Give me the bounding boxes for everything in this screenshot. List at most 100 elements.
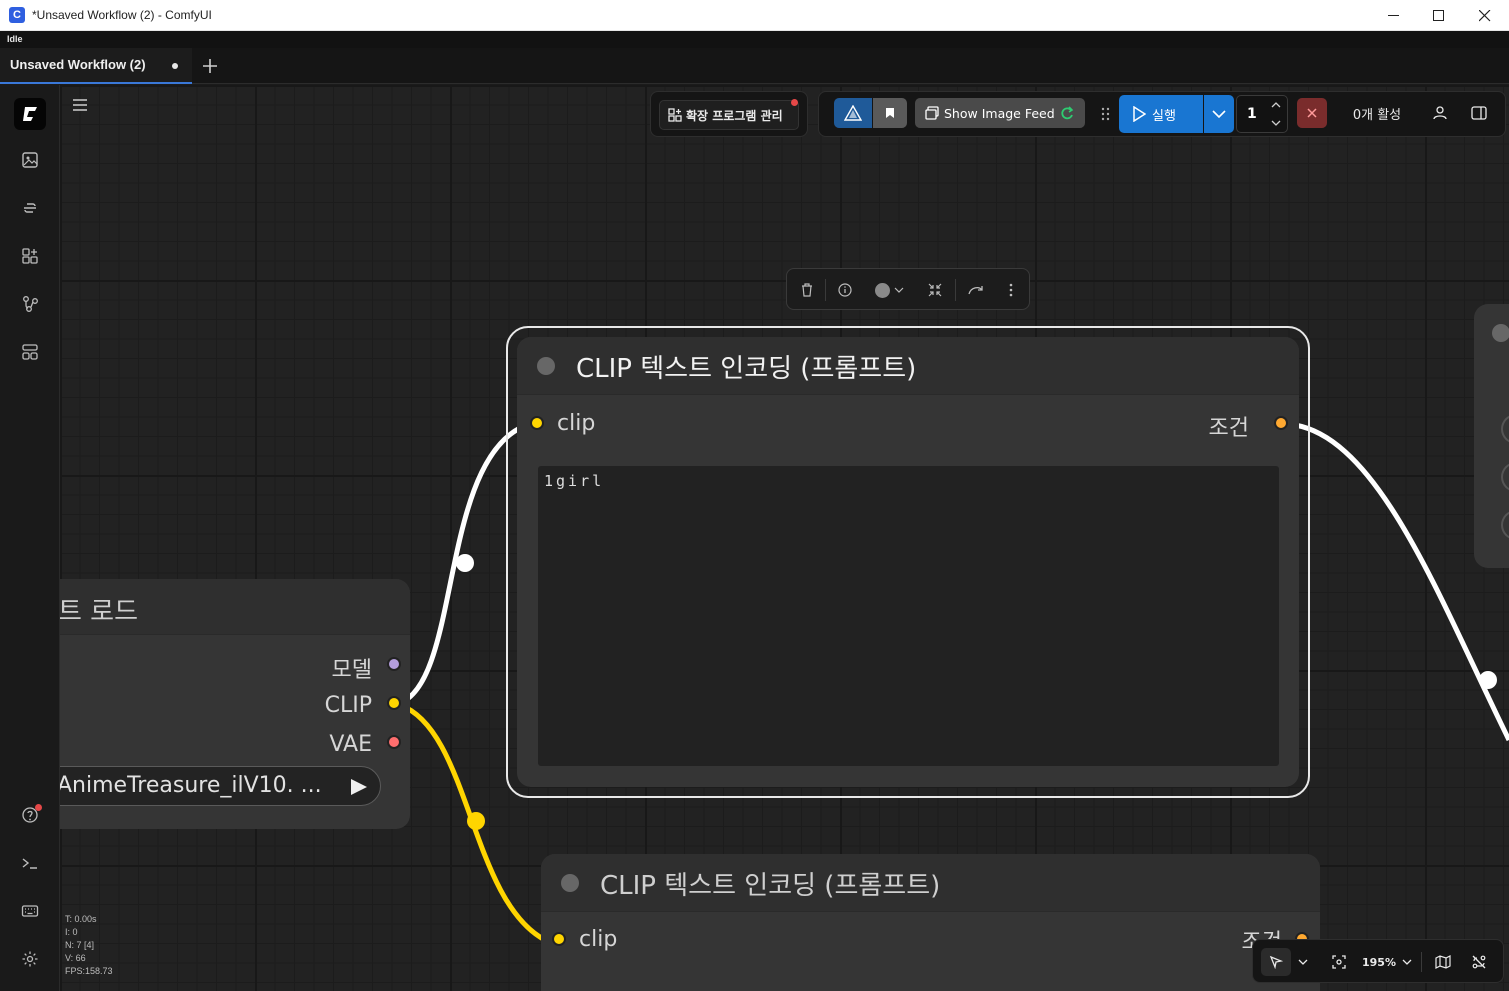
node-title-bar[interactable]: 트 로드 xyxy=(30,579,410,635)
run-queue-button[interactable]: 실행 xyxy=(1119,95,1203,133)
map-icon xyxy=(1435,955,1451,969)
control-divider xyxy=(1421,952,1422,972)
focus-icon xyxy=(1332,955,1346,969)
output-slot-vae[interactable] xyxy=(387,735,401,749)
ckpt-name-combo[interactable]: AnimeTreasure_ilV10. ... xyxy=(20,766,381,806)
sidebar-item-terminal[interactable] xyxy=(14,847,46,879)
active-count-label: 0개 활성 xyxy=(1352,107,1402,123)
output-slot-conditioning[interactable] xyxy=(1274,416,1288,430)
close-icon xyxy=(1307,108,1317,118)
node-title-bar[interactable]: CLIP 텍스트 인코딩 (프롬프트) xyxy=(517,337,1299,395)
mode-dropdown[interactable] xyxy=(1293,948,1313,976)
extensions-toolbar: 확장 프로그램 관리 xyxy=(650,91,808,137)
decrement-icon[interactable] xyxy=(1271,120,1281,126)
more-options-button[interactable] xyxy=(1001,280,1021,300)
crystools-button[interactable] xyxy=(834,98,872,128)
user-button[interactable] xyxy=(1425,98,1455,128)
node-info-button[interactable] xyxy=(835,280,855,300)
active-queue-button[interactable]: 0개 활성 xyxy=(1337,98,1417,128)
node-collapse-dot[interactable] xyxy=(1492,324,1509,342)
images-icon xyxy=(22,152,38,168)
widget-edge xyxy=(1501,462,1509,492)
sidebar-item-settings[interactable] xyxy=(14,943,46,975)
delete-node-button[interactable] xyxy=(797,280,817,300)
drag-handle-icon xyxy=(1101,107,1110,121)
crystools-icon xyxy=(844,105,862,121)
refresh-icon xyxy=(1061,106,1073,120)
widget-edge xyxy=(1501,414,1509,444)
play-arrow-icon[interactable] xyxy=(348,776,370,798)
manage-extensions-button[interactable]: 확장 프로그램 관리 xyxy=(659,99,799,130)
performance-stats: T: 0.00s I: 0 N: 7 [4] V: 66 FPS:158.73 xyxy=(65,913,113,978)
sidebar-item-queue[interactable] xyxy=(14,144,46,176)
node-title: CLIP 텍스트 인코딩 (프롬프트) xyxy=(576,354,917,384)
node-color-picker[interactable] xyxy=(871,280,907,300)
node-clip-text-encode-positive[interactable]: CLIP 텍스트 인코딩 (프롬프트) clip 조건 1girl xyxy=(517,337,1299,787)
output-slot-model[interactable] xyxy=(387,657,401,671)
collapse-icon xyxy=(928,283,942,297)
output-label-clip: CLIP xyxy=(324,693,372,718)
chevron-down-icon xyxy=(1298,959,1308,965)
node-collapse-dot[interactable] xyxy=(537,357,555,375)
node-clip-text-encode-negative[interactable]: CLIP 텍스트 인코딩 (프롬프트) clip 조건 xyxy=(541,854,1320,991)
run-mode-dropdown[interactable] xyxy=(1204,95,1234,133)
toggle-links-button[interactable] xyxy=(1467,948,1491,976)
collapse-node-button[interactable] xyxy=(925,280,945,300)
more-icon xyxy=(1009,283,1013,297)
sidebar-item-help[interactable] xyxy=(14,799,46,831)
drag-handle[interactable] xyxy=(1101,106,1111,126)
input-label-clip: clip xyxy=(557,411,596,436)
image-feed-icon xyxy=(925,106,939,120)
panel-right-icon xyxy=(1471,106,1487,120)
bookmark-icon xyxy=(886,108,894,118)
comfy-logo-icon xyxy=(23,107,37,121)
run-toolbar: Show Image Feed 실행 1 0개 활성 xyxy=(818,91,1506,137)
input-slot-clip[interactable] xyxy=(552,932,566,946)
node-selection-toolbar xyxy=(786,268,1030,310)
batch-count-stepper[interactable]: 1 xyxy=(1236,95,1288,133)
node-collapse-dot[interactable] xyxy=(561,874,579,892)
show-image-feed-label: Show Image Feed xyxy=(944,105,1055,121)
select-mode-button[interactable] xyxy=(1261,948,1291,976)
toolbar-divider xyxy=(955,279,956,301)
input-slot-clip[interactable] xyxy=(530,416,544,430)
link-midpoint xyxy=(1479,671,1497,689)
node-title-bar[interactable]: CLIP 텍스트 인코딩 (프롬프트) xyxy=(541,854,1320,912)
output-slot-clip[interactable] xyxy=(387,696,401,710)
increment-icon[interactable] xyxy=(1271,102,1281,108)
comfyui-logo[interactable] xyxy=(14,98,46,130)
sidebar-item-templates[interactable] xyxy=(14,336,46,368)
sidebar-item-nodes[interactable] xyxy=(14,192,46,224)
menu-icon[interactable] xyxy=(72,98,88,112)
fit-view-button[interactable] xyxy=(1327,948,1351,976)
zoom-dropdown[interactable]: 195% xyxy=(1359,948,1415,976)
sidebar-item-workflows[interactable] xyxy=(14,288,46,320)
node-title: CLIP 텍스트 인코딩 (프롬프트) xyxy=(600,871,941,901)
sidebar-item-models[interactable] xyxy=(14,240,46,272)
prompt-text-input[interactable]: 1girl xyxy=(538,466,1279,766)
color-swatch xyxy=(874,282,890,298)
node-checkpoint-loader[interactable]: 트 로드 모델 CLIP VAE AnimeTreasure_ilV10. ..… xyxy=(20,579,410,829)
toolbar-divider xyxy=(825,279,826,301)
workflows-icon xyxy=(23,296,38,312)
user-icon xyxy=(1433,106,1447,120)
hide-links-icon xyxy=(1472,955,1486,969)
terminal-icon xyxy=(22,858,37,869)
info-icon xyxy=(838,283,852,297)
chevron-down-icon xyxy=(1402,959,1412,965)
manage-extensions-label: 확장 프로그램 관리 xyxy=(686,108,783,123)
chevron-down-icon xyxy=(1212,110,1226,118)
toggle-panel-button[interactable] xyxy=(1464,98,1494,128)
bypass-node-button[interactable] xyxy=(965,280,987,300)
stat-i: I: 0 xyxy=(65,927,78,937)
node-partial-right[interactable] xyxy=(1474,304,1509,568)
stat-vertices: V: 66 xyxy=(65,953,86,963)
bypass-icon xyxy=(968,286,983,295)
sidebar-item-shortcuts[interactable] xyxy=(14,895,46,927)
cancel-run-button[interactable] xyxy=(1297,98,1327,128)
minimap-button[interactable] xyxy=(1431,948,1455,976)
show-image-feed-button[interactable]: Show Image Feed xyxy=(915,98,1085,128)
output-label-vae: VAE xyxy=(329,732,372,757)
bookmark-button[interactable] xyxy=(873,98,907,128)
model-library-icon xyxy=(22,248,38,264)
